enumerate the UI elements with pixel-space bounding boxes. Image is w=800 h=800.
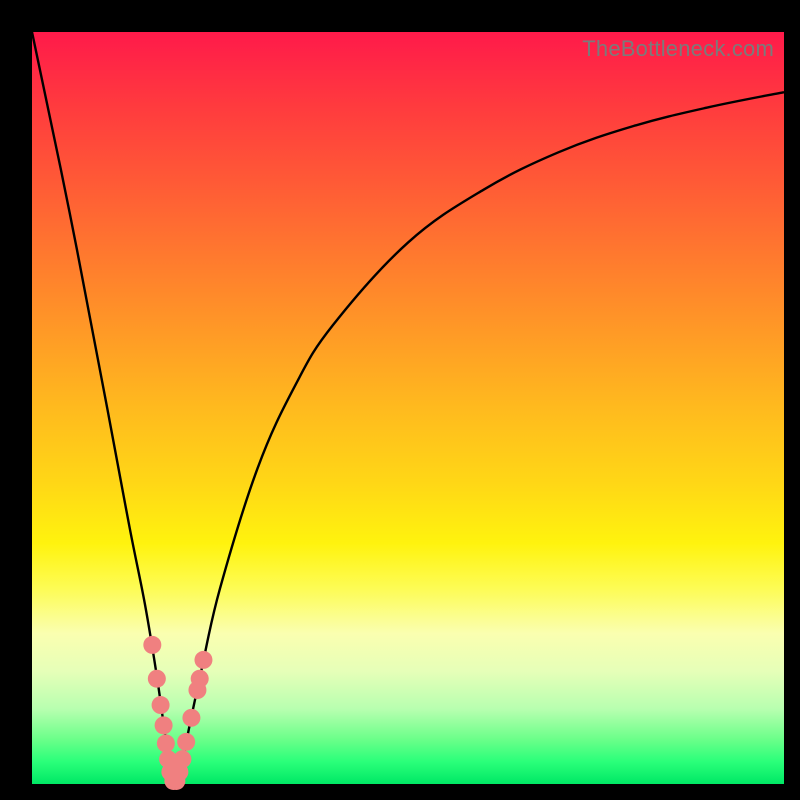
highlight-marker: [143, 636, 161, 654]
chart-svg: [32, 32, 784, 784]
highlight-marker: [155, 716, 173, 734]
highlight-marker: [194, 651, 212, 669]
highlight-marker: [177, 733, 195, 751]
bottleneck-curve-path: [32, 32, 784, 787]
chart-frame: TheBottleneck.com: [0, 0, 800, 800]
highlight-marker: [152, 696, 170, 714]
highlight-marker: [182, 709, 200, 727]
highlight-marker: [191, 670, 209, 688]
highlight-marker: [157, 734, 175, 752]
plot-area: TheBottleneck.com: [32, 32, 784, 784]
highlight-marker: [173, 750, 191, 768]
highlight-marker: [148, 670, 166, 688]
